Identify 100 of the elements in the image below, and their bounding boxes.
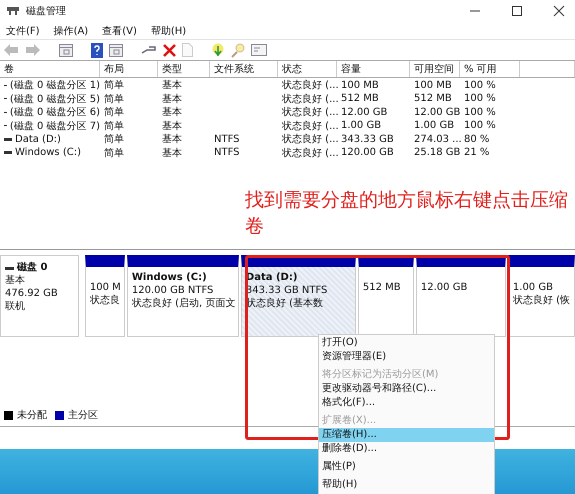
column-header[interactable]: 可用空间: [410, 61, 460, 77]
table-cell-text: 基本: [161, 92, 183, 106]
menu-item[interactable]: 操作(A): [54, 24, 88, 38]
table-cell-text: 状态良好 (...: [281, 132, 337, 146]
disk-size: 476.92 GB: [5, 288, 59, 300]
table-cell-text: (磁盘 0 磁盘分区 7): [10, 120, 100, 132]
context-menu-item[interactable]: 打开(O): [319, 336, 494, 350]
help-icon[interactable]: [91, 42, 103, 58]
annotation-text: 找到需要分盘的地方鼠标右键点击压缩卷: [245, 188, 569, 239]
table-cell-text: 状态良好 (...: [281, 106, 337, 119]
partition-status: 状态良好 (恢: [512, 294, 570, 307]
table-cell-text: 512 MB: [340, 93, 380, 104]
volume-icon: [4, 97, 7, 100]
magnifier-icon[interactable]: [231, 42, 245, 58]
disk-type: 基本: [5, 275, 26, 287]
table-cell-text: 状态良好 (...: [281, 120, 337, 132]
disk-name: 磁盘 0: [17, 262, 48, 274]
table-cell-text: 100 %: [463, 80, 497, 90]
table-cell-text: 100 %: [463, 93, 497, 104]
table-cell-text: 简单: [103, 146, 125, 160]
table-cell-text: 简单: [103, 92, 125, 106]
panel-icon[interactable]: [109, 44, 123, 56]
partition-size: 12.00 GB: [420, 281, 468, 294]
column-header[interactable]: % 可用: [460, 61, 520, 77]
partition-size: 1.00 GB: [512, 281, 554, 294]
menu-item[interactable]: 查看(V): [102, 24, 137, 38]
context-menu-item[interactable]: 资源管理器(E): [319, 350, 494, 364]
panel-icon[interactable]: [59, 44, 73, 56]
disk-status: 联机: [5, 301, 26, 313]
table-cell-text: (磁盘 0 磁盘分区 5): [10, 92, 100, 106]
table-cell-text: 100 MB: [413, 80, 453, 90]
window-title: 磁盘管理: [26, 5, 66, 18]
context-menu-item[interactable]: 删除卷(D)...: [319, 442, 494, 456]
delete-icon[interactable]: [163, 44, 176, 56]
table-cell-text: 25.18 GB: [413, 147, 460, 158]
volume-icon: [4, 124, 7, 127]
context-menu-item[interactable]: 更改驱动器号和路径(C)...: [319, 382, 494, 396]
table-cell-text: 简单: [103, 106, 125, 119]
plug-icon[interactable]: [141, 44, 157, 56]
partition-block[interactable]: 12.00 GB: [416, 255, 506, 337]
up-arrow-icon[interactable]: [211, 42, 225, 58]
table-cell-text: 100 %: [463, 106, 497, 118]
partition-size: 120.00 GB NTFS: [132, 284, 214, 297]
volume-icon: [4, 84, 7, 86]
disk-management-icon: [6, 5, 20, 17]
volume-icon: [4, 151, 12, 154]
table-cell: Data (D:): [15, 134, 61, 144]
close-icon[interactable]: [553, 5, 565, 17]
table-cell-text: 基本: [161, 146, 183, 160]
table-cell-text: 简单: [103, 120, 125, 132]
volume-icon: [4, 138, 12, 140]
table-cell-text: 80 %: [463, 134, 490, 144]
table-cell-text: NTFS: [213, 134, 241, 144]
column-header[interactable]: 卷: [0, 61, 100, 77]
table-cell-text: 基本: [161, 78, 183, 92]
context-menu-item[interactable]: 属性(P): [319, 460, 494, 474]
table-cell-text: 基本: [161, 106, 183, 119]
table-cell-text: 简单: [103, 132, 125, 146]
table-cell-text: 274.03 ...: [413, 134, 460, 144]
partition-block[interactable]: 100 M 状态良: [84, 255, 125, 337]
table-cell-text: 1.00 GB: [413, 120, 456, 131]
window-icon[interactable]: [251, 44, 267, 56]
column-header[interactable]: 容量: [337, 61, 410, 77]
table-cell-text: 简单: [103, 78, 125, 92]
context-menu-item[interactable]: 压缩卷(H)...: [319, 428, 494, 442]
table-cell: Windows (C:): [15, 147, 81, 158]
partition-block[interactable]: 512 MB: [358, 255, 414, 337]
table-cell-text: (磁盘 0 磁盘分区 1): [10, 79, 100, 92]
maximize-icon[interactable]: [511, 5, 523, 17]
partition-block[interactable]: Windows (C:) 120.00 GB NTFS 状态良好 (启动, 页面文: [126, 255, 239, 337]
table-cell-text: 512 MB: [413, 93, 453, 104]
table-cell-text: (磁盘 0 磁盘分区 6): [10, 106, 100, 119]
partition-size: 100 M: [90, 281, 120, 294]
partition-status: 状态良好 (启动, 页面文: [132, 297, 234, 310]
context-menu-item[interactable]: 帮助(H): [319, 478, 494, 492]
table-cell-text: 状态良好 (...: [281, 146, 337, 160]
legend-label: 未分配: [17, 408, 47, 422]
column-header[interactable]: 类型: [158, 61, 210, 77]
table-cell-text: 基本: [161, 132, 183, 146]
menu-item[interactable]: 帮助(H): [150, 24, 186, 38]
column-header[interactable]: 布局: [100, 61, 158, 77]
volume-icon: [4, 110, 7, 114]
partition-block[interactable]: 1.00 GB 状态良好 (恢: [508, 255, 575, 337]
table-cell-text: 100 %: [463, 120, 497, 131]
table-cell-text: 状态良好 (...: [281, 78, 337, 92]
legend-label: 主分区: [68, 408, 98, 422]
table-cell-text: 1.00 GB: [340, 120, 382, 131]
table-cell-text: 状态良好 (...: [281, 92, 337, 106]
table-cell-text: NTFS: [213, 147, 241, 158]
menu-item[interactable]: 文件(F): [6, 24, 40, 38]
partition-size: 343.33 GB NTFS: [246, 284, 328, 297]
table-cell-text: 120.00 GB: [340, 147, 395, 158]
table-cell-text: 100 MB: [340, 80, 380, 90]
column-header[interactable]: 状态: [278, 61, 337, 77]
column-header[interactable]: 文件系统: [210, 61, 278, 77]
table-cell-text: 12.00 GB: [340, 106, 388, 118]
table-cell-text: 基本: [161, 120, 183, 132]
context-menu-item[interactable]: 格式化(F)...: [319, 396, 494, 410]
partition-size: 512 MB: [362, 281, 402, 294]
table-cell-text: 12.00 GB: [413, 106, 460, 118]
